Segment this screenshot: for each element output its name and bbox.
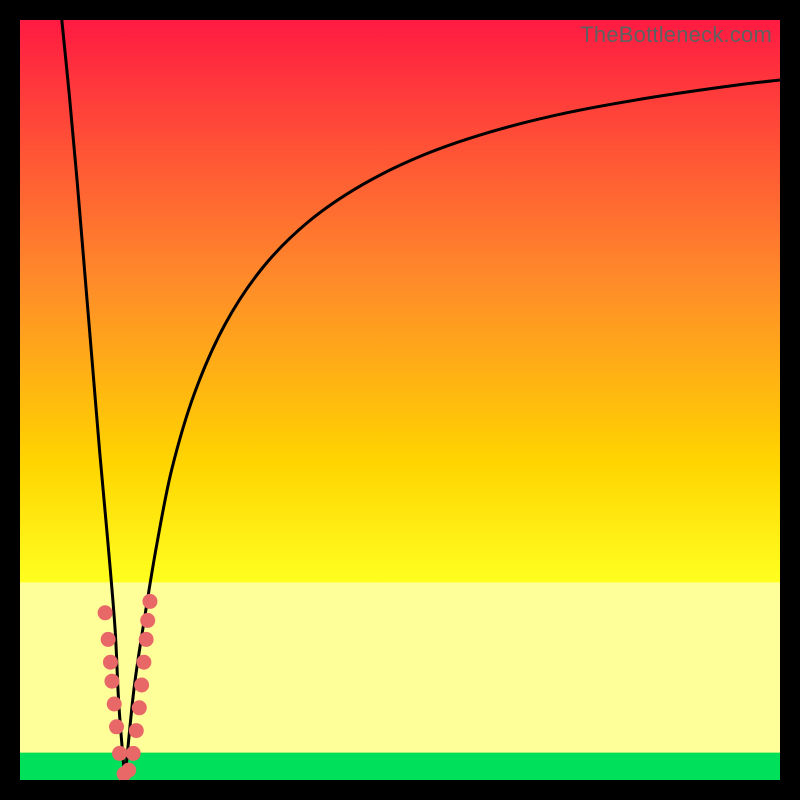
sample-dot xyxy=(103,655,118,670)
sample-dot xyxy=(142,594,157,609)
sample-dot xyxy=(132,700,147,715)
sample-dot xyxy=(140,613,155,628)
sample-dot xyxy=(129,723,144,738)
sample-dot xyxy=(104,674,119,689)
sample-dot xyxy=(109,719,124,734)
curve-right-branch xyxy=(125,80,780,780)
sample-dot xyxy=(136,655,151,670)
sample-dot xyxy=(134,678,149,693)
bottleneck-curve-plot xyxy=(20,20,780,780)
sample-dot xyxy=(112,746,127,761)
sample-dot xyxy=(139,632,154,647)
chart-frame: TheBottleneck.com xyxy=(20,20,780,780)
sample-dots xyxy=(98,594,158,780)
sample-dot xyxy=(101,632,116,647)
sample-dot xyxy=(121,763,136,778)
sample-dot xyxy=(126,746,141,761)
watermark-text: TheBottleneck.com xyxy=(580,22,772,48)
sample-dot xyxy=(98,605,113,620)
sample-dot xyxy=(107,697,122,712)
